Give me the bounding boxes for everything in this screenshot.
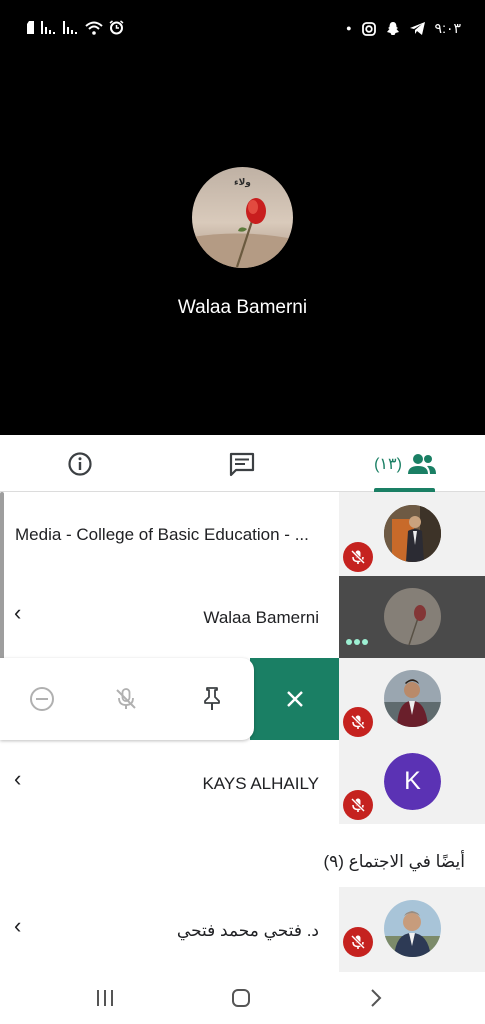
participant-tile bbox=[339, 658, 485, 740]
people-icon bbox=[407, 453, 436, 474]
tab-info[interactable] bbox=[40, 435, 120, 492]
participant-row[interactable]: ‹ Walaa Bamerni bbox=[0, 576, 485, 658]
status-icons-left bbox=[26, 20, 124, 35]
dot-icon: ● bbox=[346, 23, 352, 33]
also-in-meeting-header: أيضًا في الاجتماع (٩) bbox=[323, 852, 465, 871]
system-nav-bar bbox=[0, 972, 485, 1024]
participant-tile bbox=[339, 576, 485, 658]
muted-indicator bbox=[343, 790, 373, 820]
chevron-left-icon[interactable]: ‹ bbox=[14, 913, 21, 939]
telegram-icon bbox=[409, 22, 425, 35]
tab-chat[interactable] bbox=[202, 435, 282, 492]
signal-icon bbox=[41, 21, 55, 34]
recent-apps-icon bbox=[97, 990, 113, 1006]
pin-icon bbox=[204, 687, 220, 710]
avatar bbox=[384, 670, 441, 727]
tab-bar: (١٣) bbox=[0, 435, 485, 492]
close-icon bbox=[286, 691, 303, 707]
mic-off-icon bbox=[350, 714, 366, 730]
alarm-icon bbox=[109, 20, 124, 35]
mute-participant-button[interactable] bbox=[96, 658, 156, 740]
signal-icon bbox=[63, 21, 77, 34]
people-count: (١٣) bbox=[374, 455, 402, 473]
tab-people[interactable]: (١٣) bbox=[360, 435, 450, 492]
status-bar: ● ٩:٠٣ bbox=[0, 0, 485, 60]
back-button[interactable] bbox=[346, 972, 406, 1024]
participant-tile bbox=[339, 887, 485, 972]
participant-actions-panel bbox=[0, 658, 254, 740]
participant-name: KAYS ALHAILY bbox=[202, 774, 319, 793]
muted-indicator bbox=[343, 927, 373, 957]
participant-row[interactable]: ‹ د. فتحي محمد فتحي bbox=[0, 887, 485, 972]
chevron-left-icon[interactable]: ‹ bbox=[14, 766, 21, 792]
participant-row[interactable]: Media - College of Basic Education - ... bbox=[0, 492, 485, 576]
remove-circle-icon bbox=[30, 687, 54, 711]
remove-participant-button[interactable] bbox=[12, 658, 72, 740]
wifi-icon bbox=[85, 21, 103, 35]
avatar-initial: K bbox=[404, 767, 421, 795]
pin-participant-button[interactable] bbox=[182, 658, 242, 740]
chevron-left-icon[interactable]: ‹ bbox=[14, 600, 21, 626]
avatar bbox=[384, 588, 441, 645]
speaker-avatar: ولاء bbox=[192, 167, 293, 268]
instagram-icon bbox=[361, 21, 376, 36]
mic-off-icon bbox=[116, 688, 136, 709]
participant-tile bbox=[339, 492, 485, 576]
participant-name: Walaa Bamerni bbox=[203, 608, 319, 627]
recent-apps-button[interactable] bbox=[75, 972, 135, 1024]
participant-tile: K bbox=[339, 740, 485, 824]
muted-indicator bbox=[343, 707, 373, 737]
speaking-indicator-icon bbox=[346, 639, 368, 645]
snapchat-icon bbox=[386, 22, 399, 35]
close-actions-button[interactable] bbox=[250, 658, 339, 740]
mic-off-icon bbox=[350, 934, 366, 950]
avatar-caption: ولاء bbox=[234, 177, 251, 187]
muted-indicator bbox=[343, 542, 373, 572]
avatar: K bbox=[384, 753, 441, 810]
mic-off-icon bbox=[350, 797, 366, 813]
speaker-name: Walaa Bamerni bbox=[177, 297, 308, 318]
sim-icon bbox=[27, 21, 34, 34]
avatar bbox=[384, 505, 441, 562]
status-icons-right: ● ٩:٠٣ bbox=[346, 20, 461, 37]
home-icon bbox=[232, 989, 250, 1007]
mic-off-icon bbox=[350, 549, 366, 565]
clock-time: ٩:٠٣ bbox=[434, 20, 461, 36]
participant-list[interactable]: Media - College of Basic Education - ...… bbox=[0, 492, 485, 972]
avatar bbox=[384, 900, 441, 957]
home-button[interactable] bbox=[211, 972, 271, 1024]
participant-row[interactable]: ‹ KAYS ALHAILY K bbox=[0, 740, 485, 824]
chat-icon bbox=[229, 452, 255, 476]
participant-name: Media - College of Basic Education - ... bbox=[15, 525, 309, 544]
back-chevron-icon bbox=[371, 989, 382, 1007]
info-icon bbox=[68, 451, 92, 476]
speaker-video-area[interactable]: ولاء Walaa Bamerni bbox=[0, 60, 485, 435]
participant-name: د. فتحي محمد فتحي bbox=[176, 921, 319, 940]
